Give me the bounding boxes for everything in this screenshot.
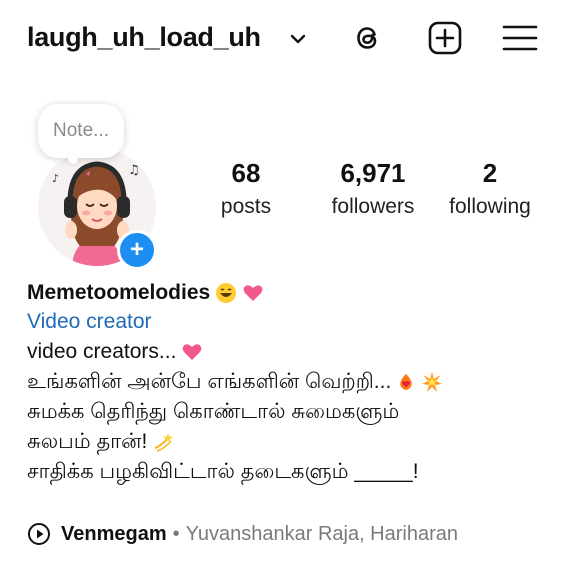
dizzy-icon xyxy=(154,433,174,452)
bio-line-2-text: உங்களின் அன்பே எங்களின் வெற்றி... xyxy=(27,370,392,393)
heart-on-fire-icon xyxy=(400,373,413,391)
stat-followers[interactable]: 6,971 followers xyxy=(316,158,430,219)
grinning-emoji-icon xyxy=(216,282,237,303)
song-title: Venmegam xyxy=(61,522,167,545)
following-label: following xyxy=(449,195,531,218)
bio-line-3: சுமக்க தெரிந்து கொண்டால் சுமைகளும் xyxy=(27,397,557,427)
account-username[interactable]: laugh_uh_load_uh xyxy=(27,22,261,53)
music-separator: • xyxy=(172,522,180,545)
play-circle-icon xyxy=(28,523,50,545)
threads-icon[interactable] xyxy=(350,20,386,56)
bio-line-5-text: சாதிக்க பழகிவிட்டால் தடைகளும் _____! xyxy=(27,460,419,483)
svg-text:♫: ♫ xyxy=(128,163,140,178)
bio-line-1: video creators... xyxy=(27,337,557,367)
collision-icon xyxy=(422,372,443,392)
posts-label: posts xyxy=(220,195,272,218)
top-bar: laugh_uh_load_uh xyxy=(0,0,571,80)
note-bubble[interactable]: Note... xyxy=(38,104,124,158)
bio-line-2: உங்களின் அன்பே எங்களின் வெற்றி... xyxy=(27,367,557,397)
song-artists: Yuvanshankar Raja, Hariharan xyxy=(185,522,459,545)
following-count: 2 xyxy=(482,158,498,188)
posts-count: 68 xyxy=(231,158,261,188)
svg-text:♪: ♪ xyxy=(52,172,59,185)
profile-music[interactable]: Venmegam • Yuvanshankar Raja, Hariharan xyxy=(27,519,458,549)
bio-line-4-text: சுலபம் தான்! xyxy=(27,430,148,453)
bio-line-1-text: video creators... xyxy=(27,340,177,363)
bio-line-3-text: சுமக்க தெரிந்து கொண்டால் சுமைகளும் xyxy=(27,400,400,423)
bio-line-4: சுலபம் தான்! xyxy=(27,427,557,457)
menu-icon[interactable] xyxy=(502,20,538,56)
new-post-icon[interactable] xyxy=(427,20,463,56)
display-name: Memetoomelodies xyxy=(27,280,211,304)
bio-line-5: சாதிக்க பழகிவிட்டால் தடைகளும் _____! xyxy=(27,457,557,487)
followers-count: 6,971 xyxy=(340,158,406,188)
pink-heart-icon xyxy=(243,284,263,301)
pink-heart-icon xyxy=(183,344,202,360)
display-name-row: Memetoomelodies xyxy=(27,278,557,307)
profile-bio: Memetoomelodies Video creator video crea… xyxy=(27,278,557,487)
stat-posts[interactable]: 68 posts xyxy=(205,158,287,219)
chevron-down-icon[interactable] xyxy=(289,30,307,48)
note-bubble-tail xyxy=(68,154,78,164)
profile-category: Video creator xyxy=(27,310,152,333)
stat-following[interactable]: 2 following xyxy=(438,158,542,219)
followers-label: followers xyxy=(331,195,415,218)
add-story-plus-icon[interactable]: + xyxy=(117,230,157,270)
